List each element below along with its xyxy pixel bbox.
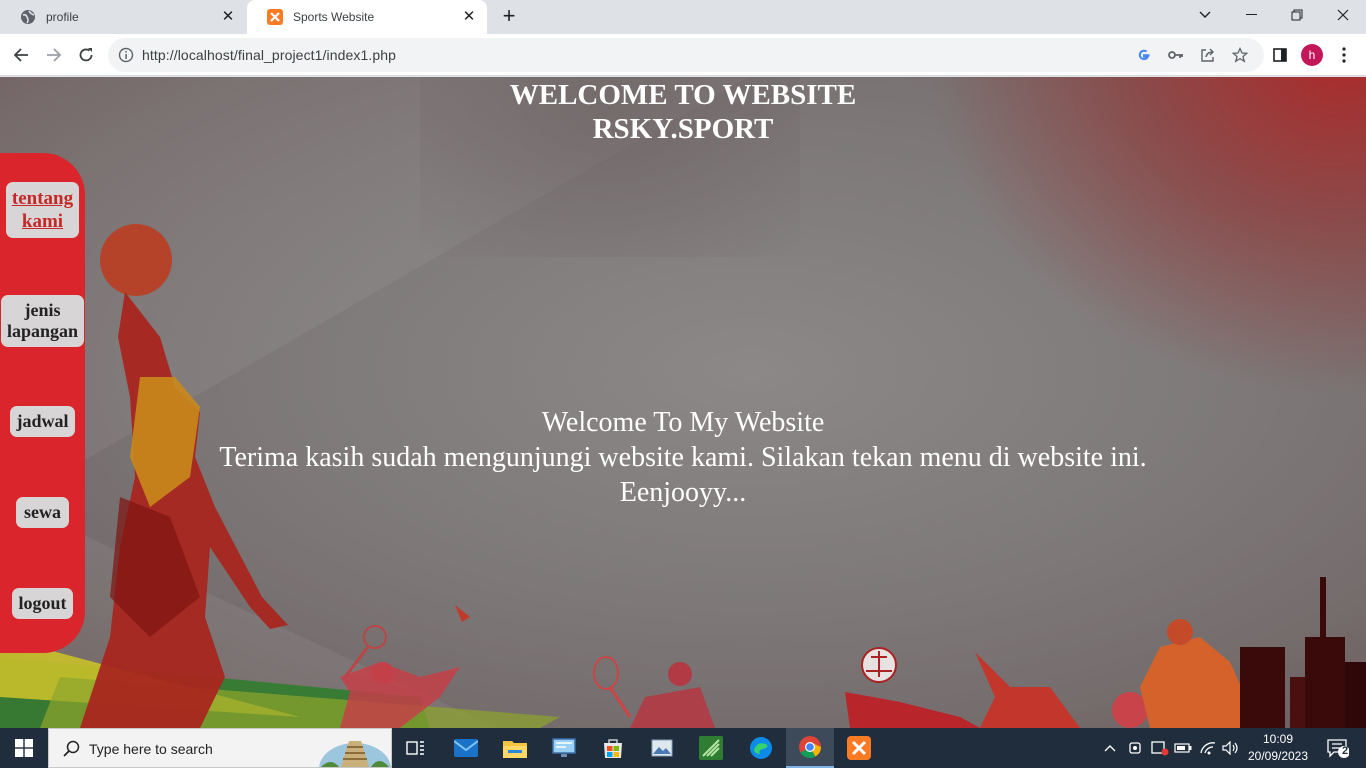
close-window-button[interactable] — [1320, 0, 1366, 30]
monitor-icon — [552, 738, 576, 757]
taskbar-clock[interactable]: 10:09 20/09/2023 — [1244, 731, 1312, 765]
welcome-closing: Eenjooyy... — [619, 477, 747, 508]
google-translate-icon[interactable] — [1135, 46, 1153, 64]
chevron-up-icon — [1104, 745, 1116, 752]
clock-date: 20/09/2023 — [1247, 749, 1309, 763]
sidebar-menu: tentang kami jenis lapangan jadwal sewa … — [0, 153, 85, 653]
sublime-style-app[interactable] — [687, 728, 735, 768]
globe-icon — [20, 9, 36, 25]
welcome-title: Welcome To My Website — [541, 407, 825, 438]
key-icon[interactable] — [1167, 46, 1185, 64]
search-highlight-image — [319, 741, 391, 767]
new-tab-button[interactable]: + — [497, 5, 521, 29]
side-panel-icon — [1273, 48, 1287, 62]
antivirus-tray-icon[interactable] — [1149, 728, 1171, 768]
back-arrow-icon — [13, 48, 28, 62]
forward-arrow-icon — [47, 48, 62, 62]
minimize-button[interactable] — [1228, 0, 1274, 30]
logout-button[interactable]: logout — [12, 588, 73, 619]
store-icon — [604, 739, 622, 758]
side-panel-button[interactable] — [1266, 41, 1294, 69]
site-info-icon[interactable] — [118, 47, 134, 63]
page-heading: WELCOME TO WEBSITE RSKY.SPORT — [0, 78, 1366, 146]
taskbar-search-box[interactable]: Type here to search — [48, 728, 392, 768]
reload-icon — [79, 48, 93, 62]
forward-button[interactable] — [40, 41, 68, 69]
browser-toolbar: http://localhost/final_project1/index1.p… — [0, 34, 1366, 76]
profile-avatar[interactable]: h — [1301, 44, 1323, 66]
search-icon — [63, 740, 80, 757]
volume-icon[interactable] — [1220, 728, 1242, 768]
tab-strip: profile ✕ Sports Website ✕ + — [0, 0, 1366, 34]
page-viewport: WELCOME TO WEBSITE RSKY.SPORT tentang ka… — [0, 77, 1366, 728]
kebab-menu-icon — [1342, 47, 1346, 63]
show-hidden-icons-button[interactable] — [1100, 728, 1120, 768]
green-app-icon — [699, 736, 723, 760]
heading-line: WELCOME TO WEBSITE — [509, 79, 857, 111]
xampp-icon — [847, 736, 871, 760]
edge-icon — [750, 737, 772, 759]
mail-icon — [454, 739, 478, 757]
chrome-icon — [799, 736, 821, 758]
windows-logo-icon — [15, 739, 33, 757]
edge-browser-app[interactable] — [737, 728, 785, 768]
wifi-icon[interactable] — [1196, 728, 1220, 768]
notification-count: 2 — [1342, 745, 1349, 757]
tentang-kami-link[interactable]: tentang kami — [5, 182, 80, 238]
address-bar[interactable]: http://localhost/final_project1/index1.p… — [108, 38, 1264, 72]
xampp-icon — [267, 9, 283, 25]
tab-search-chevron-icon[interactable] — [1182, 0, 1228, 30]
menu-item-logout: logout — [0, 588, 85, 619]
tab-title: profile — [46, 10, 79, 24]
jenis-lapangan-button[interactable]: jenis lapangan — [0, 295, 85, 347]
battery-icon[interactable] — [1172, 728, 1194, 768]
bookmark-star-icon[interactable] — [1231, 46, 1249, 64]
share-icon[interactable] — [1199, 46, 1217, 64]
basketball-icon — [100, 224, 172, 296]
heading-line: RSKY.SPORT — [592, 113, 774, 145]
tab-title: Sports Website — [293, 10, 375, 24]
file-explorer-app[interactable] — [491, 728, 539, 768]
meet-now-icon[interactable] — [1124, 728, 1146, 768]
search-placeholder: Type here to search — [89, 741, 213, 757]
close-tab-icon[interactable]: ✕ — [220, 9, 236, 25]
notification-center-button[interactable]: 2 — [1318, 728, 1358, 768]
photos-icon — [651, 739, 673, 757]
chrome-browser-app[interactable] — [786, 728, 834, 768]
task-view-button[interactable] — [392, 728, 440, 768]
restore-button[interactable] — [1274, 0, 1320, 30]
start-button[interactable] — [0, 728, 48, 768]
reload-button[interactable] — [72, 41, 100, 69]
sports-silhouettes-background — [0, 224, 1366, 728]
tab-sports-website[interactable]: Sports Website ✕ — [247, 0, 487, 34]
xampp-app[interactable] — [835, 728, 883, 768]
tab-profile[interactable]: profile ✕ — [0, 0, 246, 34]
clock-time: 10:09 — [1262, 732, 1294, 746]
windows-taskbar: Type here to search 10:09 20/09/2023 2 — [0, 728, 1366, 768]
back-button[interactable] — [7, 41, 35, 69]
photos-app[interactable] — [638, 728, 686, 768]
task-view-icon — [406, 741, 424, 755]
chrome-menu-button[interactable] — [1330, 41, 1358, 69]
microsoft-store-app[interactable] — [589, 728, 637, 768]
mail-app[interactable] — [442, 728, 490, 768]
welcome-text: Terima kasih sudah mengunjungi website k… — [219, 442, 1147, 473]
menu-item-tentang-kami: tentang kami — [0, 182, 85, 238]
control-panel-app[interactable] — [540, 728, 588, 768]
close-tab-icon[interactable]: ✕ — [461, 9, 477, 25]
welcome-message: Welcome To My Website Terima kasih sudah… — [0, 405, 1366, 510]
menu-item-jenis-lapangan: jenis lapangan — [0, 295, 85, 347]
url-text: http://localhost/final_project1/index1.p… — [142, 47, 397, 63]
folder-icon — [503, 741, 527, 758]
